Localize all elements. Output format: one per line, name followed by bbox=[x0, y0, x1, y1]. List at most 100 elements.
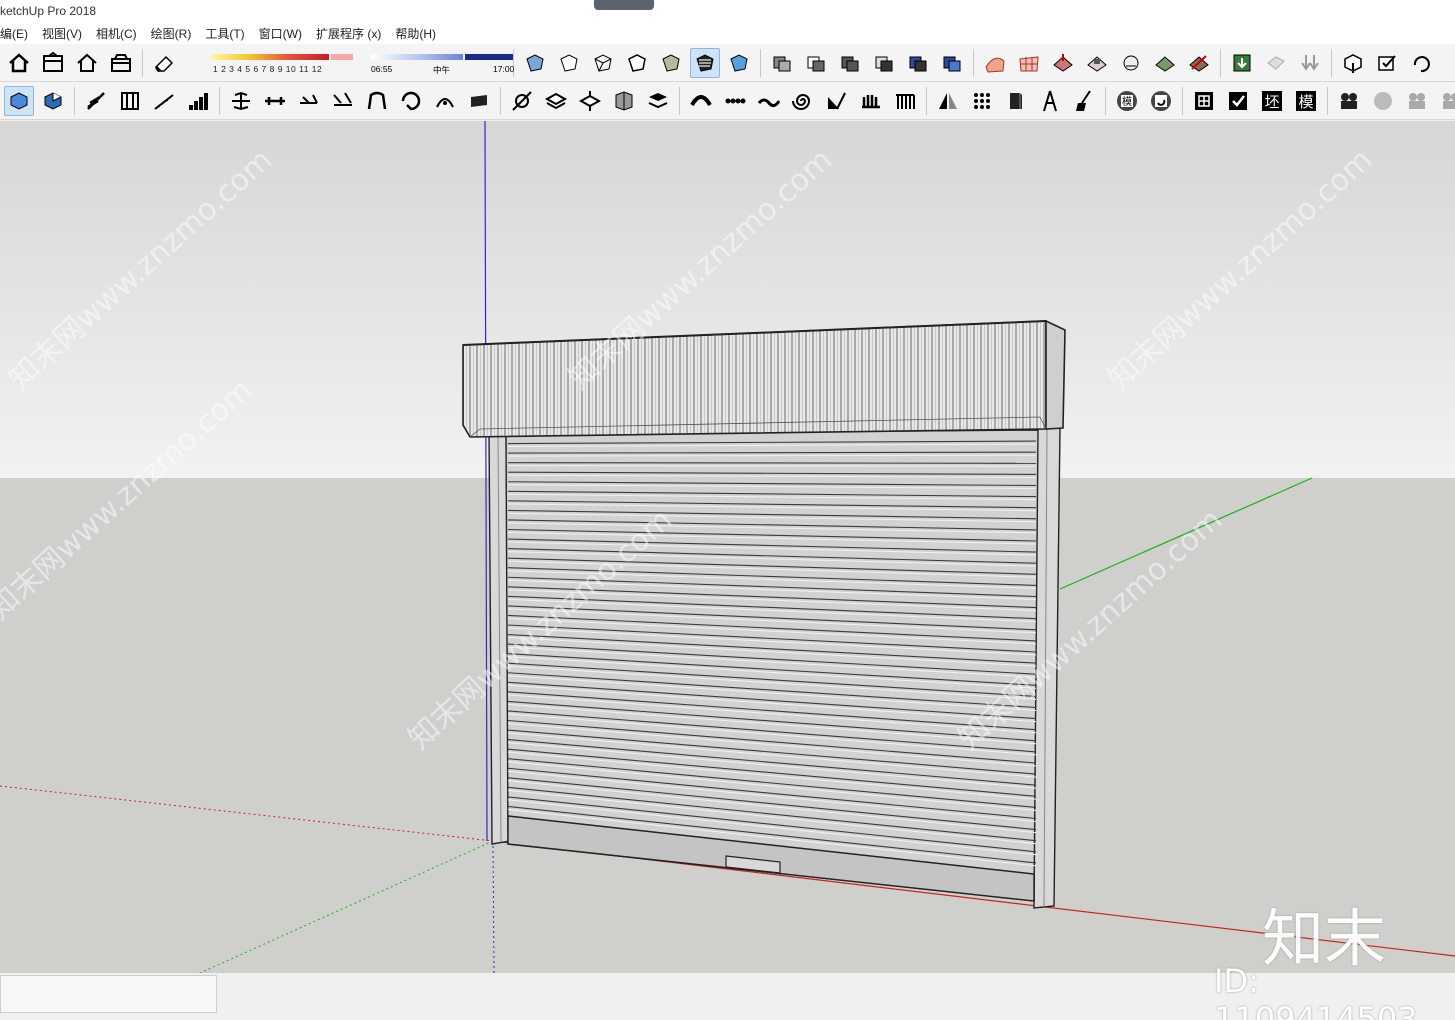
stair-icon[interactable] bbox=[81, 86, 111, 116]
blank-huan-label: 坯 bbox=[1264, 93, 1279, 111]
shaded-style-icon[interactable] bbox=[656, 48, 686, 78]
disabled-camera-icon[interactable] bbox=[1402, 86, 1432, 116]
menu-help[interactable]: 帮助(H) bbox=[395, 25, 436, 42]
scatter-curve-icon[interactable] bbox=[430, 86, 460, 116]
menu-draw[interactable]: 绘图(R) bbox=[151, 25, 192, 42]
roof-slope-icon[interactable] bbox=[822, 86, 852, 116]
menu-camera[interactable]: 相机(C) bbox=[96, 25, 137, 42]
pipe-along-path-icon[interactable] bbox=[507, 86, 537, 116]
curve-loop-icon[interactable] bbox=[396, 86, 426, 116]
outer-shell-icon[interactable] bbox=[767, 48, 797, 78]
chain-icon[interactable] bbox=[720, 86, 750, 116]
shadow-time-end-label: 17:00 bbox=[493, 63, 515, 74]
subtract-icon[interactable] bbox=[869, 48, 899, 78]
disabled-tool-icon[interactable] bbox=[1368, 86, 1398, 116]
toolbar-separator bbox=[500, 86, 501, 115]
shadow-settings-sliders[interactable]: 1 2 3 4 5 6 7 8 9 10 11 12 06:55 中午 17:0… bbox=[185, 48, 514, 78]
toolbar-separator bbox=[74, 86, 75, 115]
spiral-icon[interactable] bbox=[788, 86, 818, 116]
shadow-time-slider[interactable] bbox=[371, 53, 463, 60]
toolbar-separator bbox=[142, 48, 143, 77]
sandbox-stamp-icon[interactable] bbox=[1082, 48, 1112, 78]
mirror-icon[interactable] bbox=[933, 86, 963, 116]
roller-box-side bbox=[1045, 319, 1066, 430]
model-badge-2-icon[interactable] bbox=[1146, 86, 1176, 116]
backedges-style-icon[interactable] bbox=[554, 48, 584, 78]
dot-array-icon[interactable] bbox=[967, 86, 997, 116]
extension-warehouse-icon[interactable] bbox=[1295, 48, 1325, 78]
shadow-month-end bbox=[331, 53, 353, 60]
fillet-icon[interactable] bbox=[328, 86, 358, 116]
ramp-icon[interactable] bbox=[149, 86, 179, 116]
view-top-icon[interactable] bbox=[38, 48, 68, 78]
layers-stack-icon[interactable] bbox=[541, 86, 571, 116]
hiddenline-style-icon[interactable] bbox=[622, 48, 652, 78]
wireframe-style-icon[interactable] bbox=[588, 48, 618, 78]
sandbox-drape-icon[interactable] bbox=[1116, 48, 1146, 78]
stack-icon[interactable] bbox=[643, 86, 673, 116]
trim-icon[interactable] bbox=[903, 48, 933, 78]
shadow-time-noon: 中午 bbox=[433, 64, 451, 75]
menu-view[interactable]: 视图(V) bbox=[42, 25, 82, 42]
slab-icon[interactable] bbox=[464, 86, 494, 116]
columns-group-icon[interactable] bbox=[890, 86, 920, 116]
arch-icon[interactable] bbox=[686, 86, 716, 116]
bar-steps-icon[interactable] bbox=[183, 86, 213, 116]
menu-tools[interactable]: 工具(T) bbox=[205, 25, 244, 42]
shaded-texture-style-icon[interactable] bbox=[690, 47, 720, 78]
view-front-icon[interactable] bbox=[72, 48, 102, 78]
shadow-month-slider[interactable] bbox=[211, 53, 329, 60]
extrude-box-icon[interactable] bbox=[1001, 86, 1031, 116]
extend-line-icon[interactable] bbox=[294, 86, 324, 116]
comb-icon[interactable] bbox=[856, 86, 886, 116]
measurements-box[interactable] bbox=[0, 975, 217, 1013]
checkbox-icon[interactable] bbox=[1223, 86, 1253, 116]
sandbox-smoove-icon[interactable] bbox=[1048, 48, 1078, 78]
component-export-icon[interactable] bbox=[1338, 48, 1368, 78]
toolbar-separator bbox=[1220, 48, 1221, 77]
menu-window[interactable]: 窗口(W) bbox=[259, 25, 302, 42]
column-icon[interactable] bbox=[115, 86, 145, 116]
intersect-icon[interactable] bbox=[801, 48, 831, 78]
check-task-icon[interactable] bbox=[1372, 48, 1402, 78]
view-iso-icon[interactable] bbox=[4, 48, 34, 78]
view-right-icon[interactable] bbox=[106, 48, 136, 78]
menu-edit[interactable]: 编(E) bbox=[0, 25, 28, 42]
sandbox-contours-icon[interactable] bbox=[980, 48, 1010, 78]
wave-icon[interactable] bbox=[754, 86, 784, 116]
line-split-icon[interactable] bbox=[260, 86, 290, 116]
share-model-icon[interactable] bbox=[1261, 48, 1291, 78]
sandbox-flip-edge-icon[interactable] bbox=[1184, 48, 1214, 78]
select-component-icon[interactable] bbox=[4, 85, 34, 116]
monochrome-style-icon[interactable] bbox=[724, 48, 754, 78]
menu-extensions[interactable]: 扩展程序 (x) bbox=[316, 25, 381, 42]
make-component-icon[interactable] bbox=[38, 86, 68, 116]
fence-tool-icon[interactable] bbox=[226, 86, 256, 116]
window-grip[interactable] bbox=[594, 0, 654, 10]
xray-style-icon[interactable] bbox=[520, 48, 550, 78]
refresh-icon[interactable] bbox=[1406, 48, 1436, 78]
eraser-icon[interactable] bbox=[149, 48, 179, 78]
blank-huan-icon[interactable]: 坯 bbox=[1257, 86, 1287, 116]
title-bar: ketchUp Pro 2018 bbox=[0, 0, 1455, 22]
scene-canvas[interactable]: 知末网www.znzmo.com 知末网www.znzmo.com 知末网www… bbox=[0, 121, 1455, 973]
toolbar-separator bbox=[1105, 86, 1106, 115]
sandbox-add-detail-icon[interactable] bbox=[1150, 48, 1180, 78]
disabled-camera-2-icon[interactable] bbox=[1436, 86, 1455, 116]
toolbar-separator bbox=[219, 86, 220, 115]
grid-table-icon[interactable] bbox=[1189, 86, 1219, 116]
modeling-viewport[interactable]: 知末网www.znzmo.com 知末网www.znzmo.com 知末网www… bbox=[0, 121, 1455, 973]
sandbox-grid-icon[interactable] bbox=[1014, 48, 1044, 78]
union-icon[interactable] bbox=[835, 48, 865, 78]
broom-icon[interactable] bbox=[1069, 86, 1099, 116]
warehouse-icon[interactable] bbox=[1227, 48, 1257, 78]
model-badge-icon[interactable]: 模 bbox=[1112, 86, 1142, 116]
compass-icon[interactable] bbox=[1035, 86, 1065, 116]
arc-bridge-icon[interactable] bbox=[362, 86, 392, 116]
split-icon[interactable] bbox=[937, 48, 967, 78]
mo-model-icon[interactable]: 模 bbox=[1291, 86, 1321, 116]
film-camera-icon[interactable] bbox=[1334, 86, 1364, 116]
watermark-id: ID: 1109414503 bbox=[1214, 962, 1418, 1020]
box-cut-icon[interactable] bbox=[609, 86, 639, 116]
explode-layers-icon[interactable] bbox=[575, 86, 605, 116]
